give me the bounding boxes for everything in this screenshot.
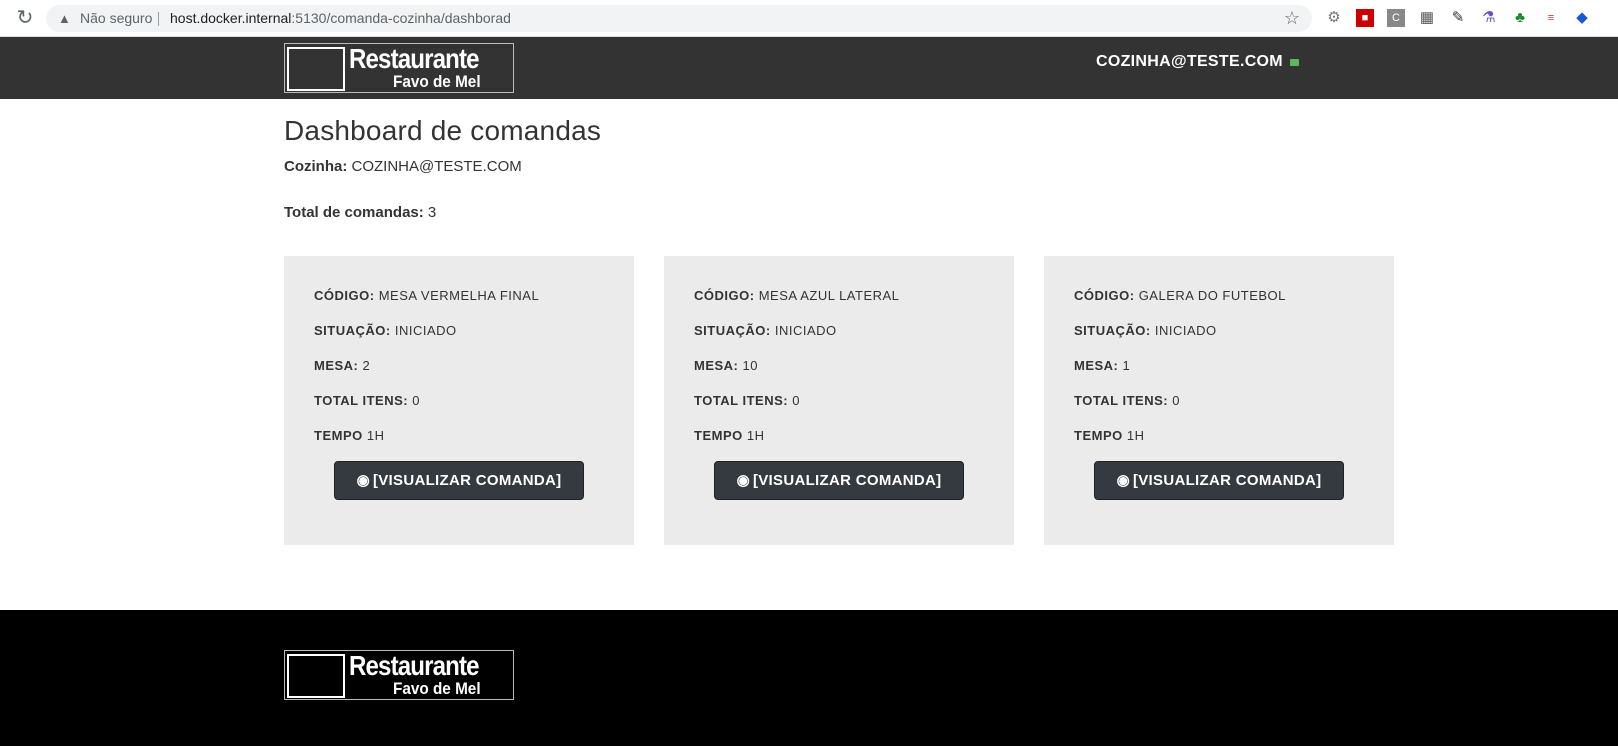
view-order-button[interactable]: ◉ [VISUALIZAR COMANDA] [1094, 461, 1344, 500]
status-value: INICIADO [1154, 323, 1217, 338]
card-code-row: CÓDIGO: MESA VERMELHA FINAL [314, 288, 539, 303]
pen-icon[interactable]: ✎ [1449, 9, 1467, 27]
omnibox-divider [158, 12, 159, 26]
code-label: CÓDIGO: [1074, 288, 1135, 303]
site-header: Restaurante Favo de Mel COZINHA@TESTE.CO… [0, 37, 1618, 99]
pdf-icon[interactable]: ■ [1356, 9, 1374, 27]
logo-subtitle: Favo de Mel [393, 72, 481, 91]
card-items-row: TOTAL ITENS: 0 [1074, 393, 1180, 408]
items-value: 0 [1172, 393, 1180, 408]
site-footer: Restaurante Favo de Mel [0, 610, 1618, 746]
eye-icon: ◉ [1116, 472, 1130, 489]
kitchen-label: Cozinha: [284, 158, 348, 175]
logo-frame [287, 654, 345, 698]
card-status-row: SITUAÇÃO: INICIADO [694, 323, 837, 338]
table-value: 2 [362, 358, 371, 373]
card-time-row: TEMPO 1H [694, 428, 764, 443]
card-table-row: MESA: 1 [1074, 358, 1130, 373]
view-order-label: [VISUALIZAR COMANDA] [372, 472, 562, 489]
not-secure-label[interactable]: Não seguro [80, 5, 152, 32]
translate-icon[interactable]: ≡ [1542, 9, 1560, 27]
card-table-row: MESA: 10 [694, 358, 758, 373]
flask-icon[interactable]: ⚗ [1480, 9, 1498, 27]
total-value: 3 [427, 204, 437, 221]
time-value: 1H [366, 428, 385, 443]
card-items-row: TOTAL ITENS: 0 [314, 393, 420, 408]
code-label: CÓDIGO: [314, 288, 375, 303]
status-label: SITUAÇÃO: [314, 323, 391, 338]
time-value: 1H [746, 428, 765, 443]
order-card: CÓDIGO: MESA AZUL LATERAL SITUAÇÃO: INIC… [664, 256, 1014, 545]
code-label: CÓDIGO: [694, 288, 755, 303]
card-time-row: TEMPO 1H [1074, 428, 1144, 443]
logo-subtitle: Favo de Mel [393, 679, 481, 698]
browser-toolbar: ↻ ▲ Não seguro host.docker.internal:5130… [0, 0, 1618, 37]
items-value: 0 [412, 393, 420, 408]
table-label: MESA: [314, 358, 359, 373]
warning-icon[interactable]: ▲ [58, 5, 71, 32]
settings-icon[interactable]: ⚙ [1325, 9, 1343, 27]
time-label: TEMPO [1074, 428, 1123, 443]
clover-icon[interactable]: ♣ [1511, 9, 1529, 27]
address-bar[interactable]: ▲ Não seguro host.docker.internal:5130/c… [46, 5, 1312, 32]
table-value: 1 [1122, 358, 1131, 373]
code-value: GALERA DO FUTEBOL [1138, 288, 1286, 303]
view-order-button[interactable]: ◉ [VISUALIZAR COMANDA] [714, 461, 964, 500]
status-label: SITUAÇÃO: [1074, 323, 1151, 338]
diamond-icon[interactable]: ◆ [1573, 9, 1591, 27]
page-title: Dashboard de comandas [284, 115, 602, 146]
total-label: Total de comandas: [284, 204, 424, 221]
table-value: 10 [742, 358, 758, 373]
grid-icon[interactable]: ▦ [1418, 9, 1436, 27]
items-label: TOTAL ITENS: [314, 393, 409, 408]
items-label: TOTAL ITENS: [694, 393, 789, 408]
card-status-row: SITUAÇÃO: INICIADO [314, 323, 457, 338]
eye-icon: ◉ [736, 472, 750, 489]
url-host: host.docker.internal [170, 10, 292, 26]
code-value: MESA AZUL LATERAL [758, 288, 900, 303]
logo-frame [287, 47, 345, 91]
status-label: SITUAÇÃO: [694, 323, 771, 338]
items-label: TOTAL ITENS: [1074, 393, 1169, 408]
envelope-icon [1290, 59, 1299, 66]
items-value: 0 [792, 393, 800, 408]
eye-icon: ◉ [356, 472, 370, 489]
view-order-button[interactable]: ◉ [VISUALIZAR COMANDA] [334, 461, 584, 500]
star-icon[interactable]: ☆ [1284, 5, 1300, 32]
card-items-row: TOTAL ITENS: 0 [694, 393, 800, 408]
time-value: 1H [1126, 428, 1145, 443]
reload-icon[interactable]: ↻ [14, 7, 36, 29]
view-order-label: [VISUALIZAR COMANDA] [1132, 472, 1322, 489]
url-path: :5130/comanda-cozinha/dashborad [291, 10, 511, 26]
table-label: MESA: [1074, 358, 1119, 373]
time-label: TEMPO [314, 428, 363, 443]
total-info: Total de comandas: 3 [284, 204, 436, 221]
url-text[interactable]: host.docker.internal:5130/comanda-cozinh… [170, 5, 511, 32]
table-label: MESA: [694, 358, 739, 373]
status-value: INICIADO [774, 323, 837, 338]
card-code-row: CÓDIGO: MESA AZUL LATERAL [694, 288, 899, 303]
header-logo[interactable]: Restaurante Favo de Mel [284, 43, 514, 93]
c-icon[interactable]: C [1387, 9, 1405, 27]
card-code-row: CÓDIGO: GALERA DO FUTEBOL [1074, 288, 1286, 303]
card-time-row: TEMPO 1H [314, 428, 384, 443]
time-label: TEMPO [694, 428, 743, 443]
code-value: MESA VERMELHA FINAL [378, 288, 540, 303]
order-card: CÓDIGO: GALERA DO FUTEBOL SITUAÇÃO: INIC… [1044, 256, 1394, 545]
logo-title: Restaurante [349, 650, 480, 681]
logo-title: Restaurante [349, 43, 480, 74]
status-value: INICIADO [394, 323, 457, 338]
card-table-row: MESA: 2 [314, 358, 370, 373]
card-status-row: SITUAÇÃO: INICIADO [1074, 323, 1217, 338]
order-card: CÓDIGO: MESA VERMELHA FINAL SITUAÇÃO: IN… [284, 256, 634, 545]
kitchen-info: Cozinha: COZINHA@TESTE.COM [284, 158, 522, 175]
user-email-link[interactable]: COZINHA@TESTE.COM [1096, 53, 1283, 71]
kitchen-value: COZINHA@TESTE.COM [351, 158, 522, 175]
footer-logo[interactable]: Restaurante Favo de Mel [284, 650, 514, 700]
view-order-label: [VISUALIZAR COMANDA] [752, 472, 942, 489]
